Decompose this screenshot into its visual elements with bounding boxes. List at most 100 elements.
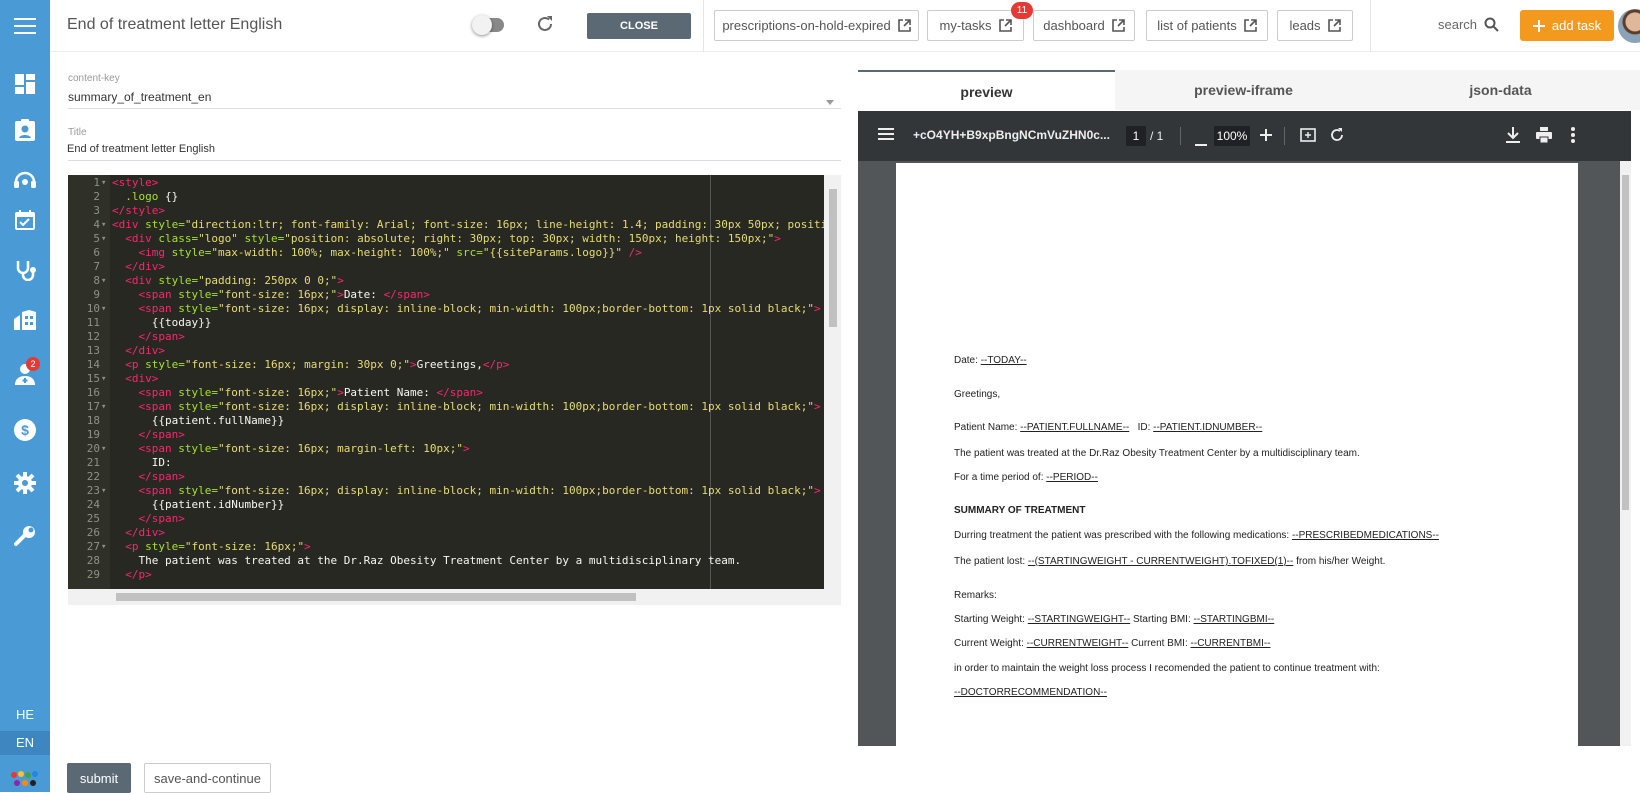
preview-tabs: preview preview-iframe json-data xyxy=(858,70,1640,110)
open-external-icon xyxy=(1111,19,1125,32)
line-number: 26 xyxy=(86,526,100,539)
clinic-building-icon[interactable] xyxy=(0,300,50,340)
line-number: 10 xyxy=(86,302,100,315)
patient-card-icon[interactable] xyxy=(0,110,50,150)
fold-toggle-icon[interactable]: ▾ xyxy=(101,540,106,554)
zoom-in-icon[interactable] xyxy=(1260,129,1272,144)
open-external-icon xyxy=(1327,19,1341,32)
refresh-icon[interactable] xyxy=(536,15,554,38)
current-bmi-label: Current BMI: xyxy=(1131,638,1188,649)
submit-button[interactable]: submit xyxy=(67,763,131,793)
search-icon xyxy=(1484,17,1499,32)
link-my-tasks[interactable]: my-tasks xyxy=(927,10,1024,41)
pdf-filename: +cO4YH+B9xpBngNCmVuZHN0c... xyxy=(913,128,1110,142)
code-line: 10 ▾ <span style="font-size: 16px; displa… xyxy=(68,302,824,316)
menu-icon[interactable] xyxy=(878,128,894,143)
code-line: 21 ID: xyxy=(68,456,824,470)
fold-toggle-icon[interactable]: ▾ xyxy=(101,176,106,190)
code-line: 13 </div> xyxy=(68,344,824,358)
avatar[interactable] xyxy=(1618,9,1640,43)
pdf-summary-heading: SUMMARY OF TREATMENT xyxy=(954,505,1086,516)
lang-he[interactable]: HE xyxy=(0,703,50,727)
scrollbar-thumb[interactable] xyxy=(1622,175,1629,510)
code-line: 8 ▾ <div style="padding: 250px 0 0;"> xyxy=(68,274,824,288)
code-line: 18 {{patient.fullName}} xyxy=(68,414,824,428)
code-text: <span style="font-size: 16px; display: i… xyxy=(112,484,821,497)
pdf-page: Date: --TODAY-- Greetings, Patient Name:… xyxy=(896,163,1578,763)
fold-toggle-icon[interactable]: ▾ xyxy=(101,484,106,498)
add-task-label: add task xyxy=(1551,18,1602,33)
code-line: 22 </span> xyxy=(68,470,824,484)
tab-json-data[interactable]: json-data xyxy=(1372,70,1629,110)
line-number: 8 xyxy=(93,274,100,287)
patient-value: --PATIENT.FULLNAME-- xyxy=(1020,422,1130,433)
dashboard-icon[interactable] xyxy=(0,64,50,104)
tools-wrench-icon[interactable] xyxy=(0,516,50,556)
stethoscope-icon[interactable] xyxy=(0,250,50,290)
scrollbar-thumb[interactable] xyxy=(116,593,636,601)
link-dashboard[interactable]: dashboard xyxy=(1033,10,1135,41)
code-editor[interactable]: 1 ▾ <style> 2 .logo {} 3 </style> 4 ▾ <div style… xyxy=(68,175,841,605)
fold-toggle-icon[interactable]: ▾ xyxy=(101,400,106,414)
divider xyxy=(68,108,841,109)
calendar-icon[interactable] xyxy=(0,200,50,240)
fold-toggle-icon[interactable]: ▾ xyxy=(101,442,106,456)
fold-toggle-icon[interactable]: ▾ xyxy=(101,372,106,386)
preview-toggle[interactable] xyxy=(472,15,504,35)
link-leads[interactable]: leads xyxy=(1277,10,1353,41)
link-prescriptions-on-hold-expired[interactable]: prescriptions-on-hold-expired xyxy=(714,10,919,41)
add-task-button[interactable]: add task xyxy=(1520,10,1614,41)
lost-label: The patient lost: xyxy=(954,556,1026,567)
editor-horizontal-scrollbar[interactable] xyxy=(68,589,824,605)
code-text: <span style="font-size: 16px;">Patient N… xyxy=(112,386,483,399)
code-text: </style> xyxy=(112,204,165,217)
editor-vertical-scrollbar[interactable] xyxy=(824,175,841,605)
tab-preview-iframe[interactable]: preview-iframe xyxy=(1115,70,1372,110)
zoom-input[interactable]: 100% xyxy=(1214,126,1250,146)
code-text: <p style="font-size: 16px; margin: 30px … xyxy=(112,358,510,371)
scrollbar-thumb[interactable] xyxy=(829,189,837,327)
close-button[interactable]: CLOSE xyxy=(587,13,691,39)
menu-icon[interactable] xyxy=(0,6,50,46)
code-text: The patient was treated at the Dr.Raz Ob… xyxy=(112,554,742,567)
code-text: <img style="max-width: 100%; max-height:… xyxy=(112,246,642,259)
pdf-scrollbar[interactable] xyxy=(1620,161,1631,746)
page-number-input[interactable]: 1 xyxy=(1126,126,1146,146)
code-text: {{today}} xyxy=(112,316,212,329)
code-text: <p style="font-size: 16px;"> xyxy=(112,540,311,553)
link-list-of-patients[interactable]: list of patients xyxy=(1146,10,1268,41)
tab-preview[interactable]: preview xyxy=(858,70,1115,110)
sidebar: 2 $ HE EN xyxy=(0,0,50,792)
fold-toggle-icon[interactable]: ▾ xyxy=(101,218,106,232)
meds-label: Durring treatment the patient was prescr… xyxy=(954,530,1290,541)
title-input[interactable]: End of treatment letter English xyxy=(67,143,215,155)
settings-gear-icon[interactable] xyxy=(0,463,50,503)
code-line: 15 ▾ <div> xyxy=(68,372,824,386)
fold-toggle-icon[interactable]: ▾ xyxy=(101,274,106,288)
lang-en[interactable]: EN xyxy=(0,731,50,755)
code-line: 29 </p> xyxy=(68,568,824,582)
download-icon[interactable] xyxy=(1506,127,1520,146)
fit-page-icon[interactable] xyxy=(1300,128,1316,145)
code-text: <div class="logo" style="position: absol… xyxy=(112,232,781,245)
billing-dollar-icon[interactable]: $ xyxy=(0,410,50,450)
pdf-lost-line: The patient lost: --(STARTINGWEIGHT - CU… xyxy=(954,556,1385,567)
content-key-select[interactable]: summary_of_treatment_en xyxy=(68,90,211,104)
open-external-icon xyxy=(998,19,1012,32)
more-options-icon[interactable] xyxy=(1571,127,1575,146)
title-label: Title xyxy=(68,127,87,138)
print-icon[interactable] xyxy=(1536,127,1552,146)
page-total: / 1 xyxy=(1150,129,1164,143)
support-agent-icon[interactable] xyxy=(0,160,50,200)
divider xyxy=(703,0,704,52)
save-and-continue-button[interactable]: save-and-continue xyxy=(144,763,271,793)
medical-staff-icon[interactable]: 2 xyxy=(0,354,50,394)
line-number: 23 xyxy=(86,484,100,497)
zoom-out-icon[interactable] xyxy=(1195,134,1207,149)
fold-toggle-icon[interactable]: ▾ xyxy=(101,302,106,316)
search-button[interactable]: search xyxy=(1438,17,1499,32)
fold-toggle-icon[interactable]: ▾ xyxy=(101,232,106,246)
rotate-icon[interactable] xyxy=(1329,127,1345,146)
code-text: </div> xyxy=(112,526,165,539)
code-text: {{patient.idNumber}} xyxy=(112,498,285,511)
